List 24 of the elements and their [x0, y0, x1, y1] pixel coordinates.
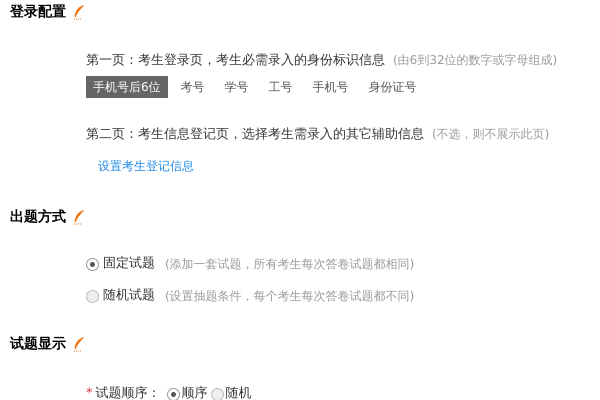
hint-text: (由6到32位的数字或字母组成)	[393, 52, 558, 69]
option-tab[interactable]: 手机号后6位	[86, 76, 168, 98]
field-label: 试题顺序：	[96, 385, 160, 400]
radio-button[interactable]	[166, 388, 180, 400]
page-description: 第二页：考生信息登记页，选择考生需录入的其它辅助信息	[86, 126, 424, 144]
feather-icon	[72, 336, 86, 352]
page-description: 第一页：考生登录页，考生必需录入的身份标识信息	[86, 52, 385, 70]
radio-label[interactable]: 随机试题	[103, 286, 155, 306]
feather-icon	[72, 4, 86, 20]
radio-button[interactable]	[86, 290, 99, 302]
required-mark: *	[86, 385, 92, 400]
hint-text: (设置抽题条件，每个考生每次答卷试题都不同)	[165, 288, 414, 305]
radio-button[interactable]	[86, 258, 99, 270]
feather-icon	[72, 209, 86, 225]
hint-text: (不选，则不展示此页)	[432, 126, 550, 143]
section-title: 出题方式	[10, 208, 66, 226]
hint-text: (添加一套试题，所有考生每次答卷试题都相同)	[165, 256, 414, 273]
radio-label[interactable]: 顺序	[182, 384, 208, 400]
radio-label[interactable]: 固定试题	[103, 254, 155, 274]
radio-label[interactable]: 随机	[226, 384, 252, 400]
section-title: 登录配置	[10, 2, 66, 22]
section-title: 试题显示	[10, 334, 66, 354]
settings-link[interactable]: 设置考生登记信息	[98, 159, 194, 173]
radio-button[interactable]	[210, 388, 224, 400]
